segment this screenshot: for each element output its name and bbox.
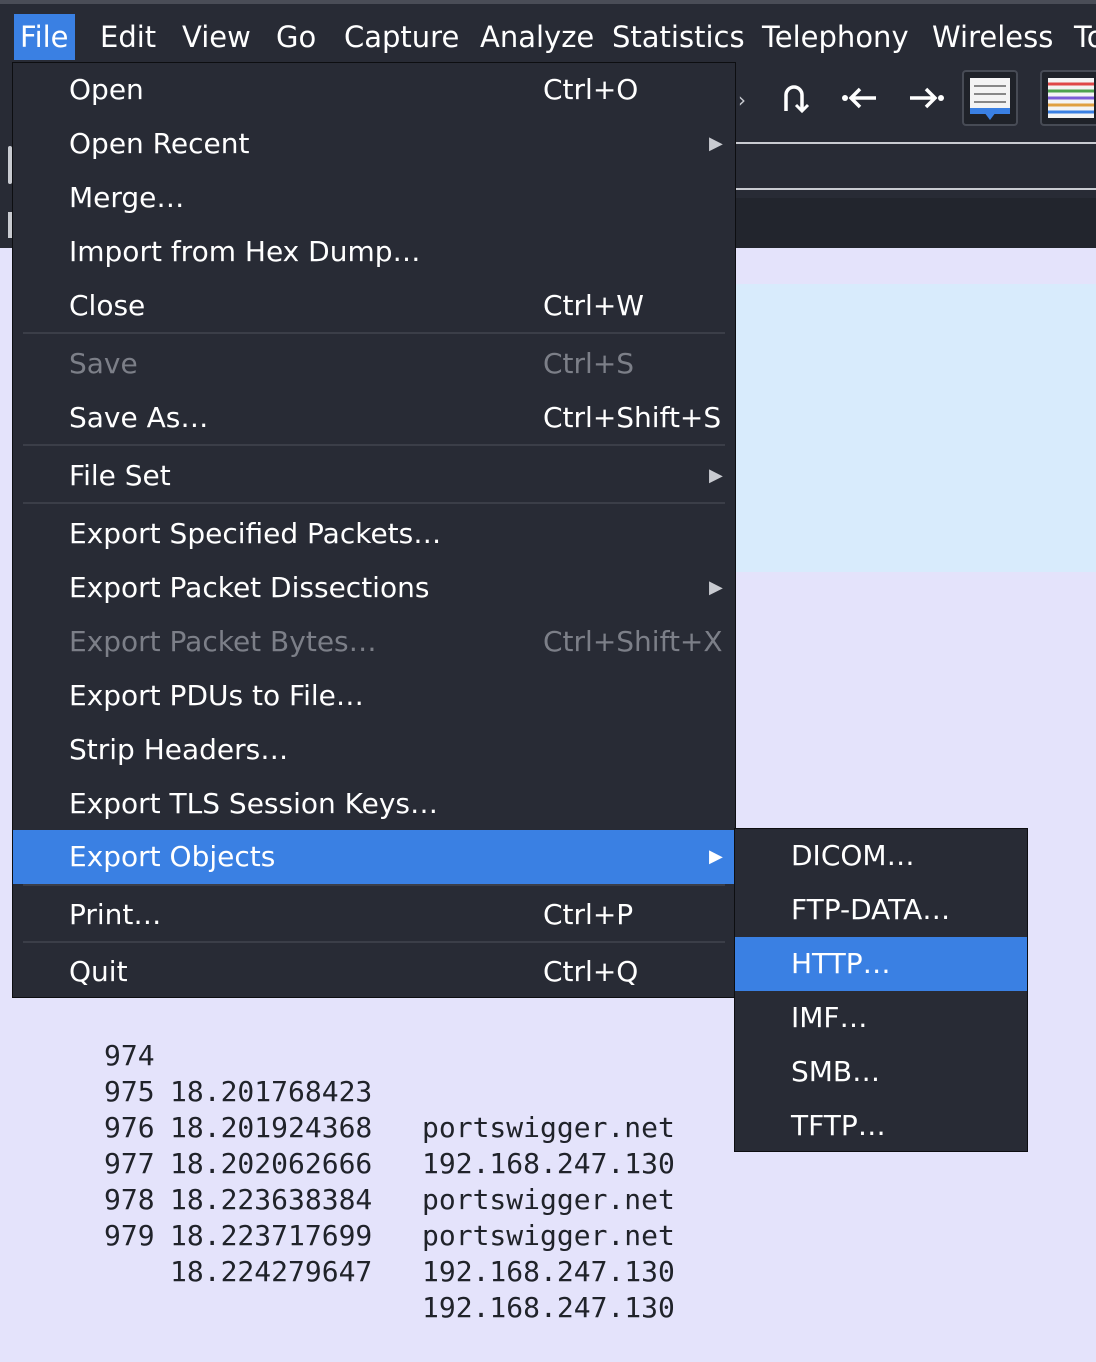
menu-file[interactable]: File [14,14,75,60]
menu-separator [23,444,725,446]
menu-item-label: IMF… [791,1001,868,1034]
menu-item-label: Export Packet Dissections [69,571,430,604]
colorize-icon[interactable] [1040,70,1096,126]
menu-tools[interactable]: To [1068,14,1096,60]
selected-packet-row[interactable] [734,284,1096,572]
menu-item-export-packet-dissections[interactable]: Export Packet Dissections ▶ [13,561,735,615]
menu-item-merge[interactable]: Merge… [13,171,735,225]
menu-item-open-recent[interactable]: Open Recent ▶ [13,117,735,171]
menu-item-label: Strip Headers… [69,733,289,766]
menu-item-label: Open [69,73,144,106]
menu-item-label: FTP-DATA… [791,893,951,926]
menu-statistics[interactable]: Statistics [606,14,751,60]
packet-list: 974 18.201768423 portswigger.net 975 18.… [0,998,734,1324]
packet-list-header [734,198,1096,248]
menu-separator [23,502,725,504]
submenu-item-imf[interactable]: IMF… [735,991,1027,1045]
menu-item-close[interactable]: Close Ctrl+W [13,279,735,333]
table-row[interactable]: 975 18.201924368 192.168.247.130 [0,1038,734,1180]
submenu-item-ftp-data[interactable]: FTP-DATA… [735,883,1027,937]
filter-border-bottom [734,188,1096,190]
submenu-item-dicom[interactable]: DICOM… [735,829,1027,883]
main-toolbar: › [734,62,1096,134]
menu-item-label: Close [69,289,146,322]
table-row[interactable]: 979 18.224279647 192.168.247.130 [0,1182,734,1324]
packet-time: 18.223717699 [170,1219,373,1252]
go-next-icon[interactable] [904,76,948,120]
submenu-item-smb[interactable]: SMB… [735,1045,1027,1099]
menu-item-file-set[interactable]: File Set ▶ [13,449,735,503]
table-row[interactable]: 976 18.202062666 portswigger.net [0,1074,734,1216]
menu-item-label: Save As… [69,401,209,434]
menu-item-label: Merge… [69,181,185,214]
menu-item-label: HTTP… [791,947,891,980]
menu-item-label: Export PDUs to File… [69,679,364,712]
menu-item-shortcut: Ctrl+S [543,347,635,380]
submenu-arrow-icon: ▶ [709,133,723,154]
menu-item-shortcut: Ctrl+Shift+S [543,401,722,434]
menu-item-label: Import from Hex Dump… [69,235,421,268]
menu-item-shortcut: Ctrl+P [543,898,634,931]
menu-item-label: Save [69,347,138,380]
menu-item-export-tls-keys[interactable]: Export TLS Session Keys… [13,777,735,831]
restart-capture-icon[interactable] [772,76,816,120]
menu-wireless[interactable]: Wireless [926,14,1059,60]
packet-source: portswigger.net [422,1219,675,1252]
menu-analyze[interactable]: Analyze [474,14,600,60]
menu-item-label: Print… [69,898,162,931]
menu-item-import-hex-dump[interactable]: Import from Hex Dump… [13,225,735,279]
autoscroll-icon[interactable] [962,70,1018,126]
menu-edit[interactable]: Edit [94,14,162,60]
menu-item-export-objects[interactable]: Export Objects ▶ [13,830,735,884]
export-objects-submenu: DICOM… FTP-DATA… HTTP… IMF… SMB… TFTP… [734,828,1028,1152]
menu-item-label: Quit [69,955,128,988]
packet-source: 192.168.247.130 [422,1255,675,1288]
menu-item-shortcut: Ctrl+W [543,289,644,322]
table-row[interactable]: 977 18.223638384 portswigger.net [0,1110,734,1252]
menu-item-shortcut: Ctrl+Q [543,955,639,988]
menu-item-label: SMB… [791,1055,881,1088]
table-row[interactable]: 978 18.223717699 192.168.247.130 [0,1146,734,1288]
menu-item-print[interactable]: Print… Ctrl+P [13,888,735,942]
menu-item-shortcut: Ctrl+Shift+X [543,625,723,658]
menu-separator [23,884,725,886]
go-previous-icon[interactable] [838,76,882,120]
menu-telephony[interactable]: Telephony [756,14,915,60]
menu-item-label: DICOM… [791,839,915,872]
table-row[interactable]: 974 18.201768423 portswigger.net [0,1002,734,1144]
menu-bar: File Edit View Go Capture Analyze Statis… [0,0,1096,62]
packet-number: 979 [104,1219,155,1252]
packet-source: 192.168.247.130 [422,1291,675,1324]
menu-item-label: Open Recent [69,127,250,160]
file-menu: Open Ctrl+O Open Recent ▶ Merge… Import … [12,62,736,998]
submenu-item-http[interactable]: HTTP… [735,937,1027,991]
menu-item-save-as[interactable]: Save As… Ctrl+Shift+S [13,391,735,445]
menu-view[interactable]: View [176,14,257,60]
menu-item-export-packet-bytes[interactable]: Export Packet Bytes… Ctrl+Shift+X [13,615,735,669]
menu-item-save[interactable]: Save Ctrl+S [13,337,735,391]
menu-item-label: Export Specified Packets… [69,517,442,550]
menu-capture[interactable]: Capture [338,14,465,60]
menu-go[interactable]: Go [270,14,322,60]
menu-item-label: Export TLS Session Keys… [69,787,439,820]
menu-item-strip-headers[interactable]: Strip Headers… [13,723,735,777]
menu-item-label: File Set [69,459,171,492]
submenu-item-tftp[interactable]: TFTP… [735,1099,1027,1153]
menu-item-label: TFTP… [791,1109,886,1142]
menu-item-export-pdus[interactable]: Export PDUs to File… [13,669,735,723]
menu-item-open[interactable]: Open Ctrl+O [13,63,735,117]
menu-separator [23,332,725,334]
menu-item-export-specified-packets[interactable]: Export Specified Packets… [13,507,735,561]
menu-item-quit[interactable]: Quit Ctrl+Q [13,945,735,999]
menu-item-label: Export Objects [69,840,276,873]
packet-time: 18.224279647 [170,1255,373,1288]
submenu-arrow-icon: ▶ [709,465,723,486]
menu-item-shortcut: Ctrl+O [543,73,639,106]
display-filter-bar[interactable] [734,134,1096,198]
menu-item-label: Export Packet Bytes… [69,625,377,658]
submenu-arrow-icon: ▶ [709,577,723,598]
filter-border-top [734,142,1096,144]
menu-separator [23,941,725,943]
submenu-arrow-icon: ▶ [709,846,723,867]
